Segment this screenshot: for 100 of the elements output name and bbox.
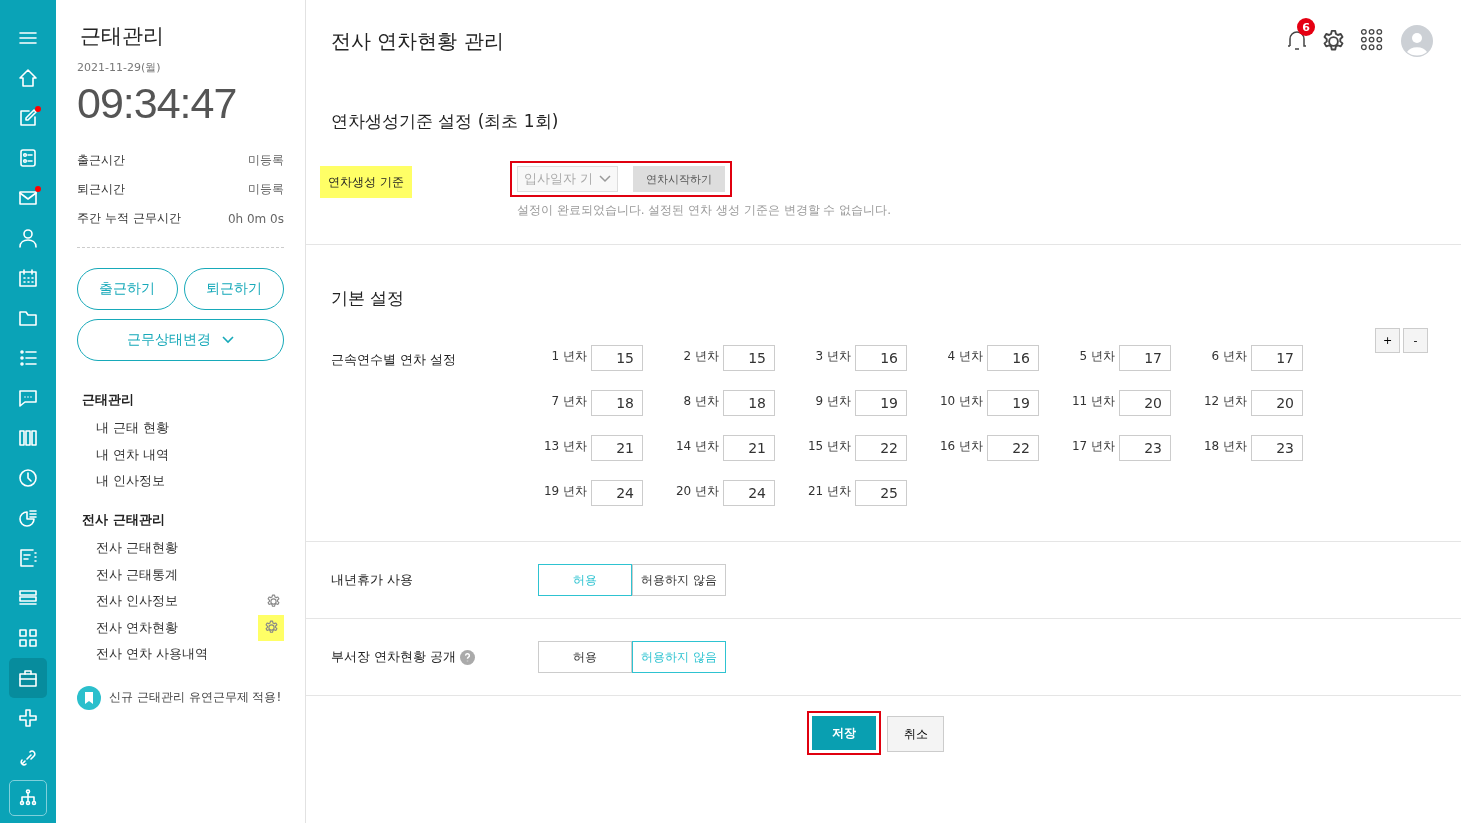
year-label: 20 년차 [674, 482, 719, 500]
clock-text: 09:34:47 [77, 79, 238, 128]
days-input[interactable]: 20 [1119, 390, 1171, 416]
menu-item[interactable]: 전사 근태현황 [96, 539, 179, 558]
person-icon [18, 228, 38, 248]
list-icon [18, 348, 38, 368]
days-input[interactable]: 19 [855, 390, 907, 416]
pie-chart-icon [18, 508, 38, 528]
year-label: 2 년차 [682, 347, 719, 365]
days-input[interactable]: 25 [855, 480, 907, 506]
toggle-option[interactable]: 허용 [538, 641, 632, 673]
year-label: 3 년차 [814, 347, 851, 365]
stat-label: 주간 누적 근무시간 [77, 210, 181, 227]
avatar-icon[interactable] [1401, 25, 1433, 57]
days-input[interactable]: 21 [723, 435, 775, 461]
folder-icon [18, 308, 38, 328]
days-input[interactable]: 23 [1119, 435, 1171, 461]
field-label: 부서장 연차현황 공개 [331, 648, 457, 666]
days-input[interactable]: 17 [1119, 345, 1171, 371]
notification-button[interactable]: 6 [1285, 18, 1317, 54]
home-icon [18, 68, 38, 88]
checklist-icon [18, 148, 38, 168]
add-button[interactable]: + [1375, 328, 1400, 353]
days-input[interactable]: 16 [855, 345, 907, 371]
menu-heading: 근태관리 [82, 391, 135, 409]
link-icon [18, 748, 38, 768]
sidebar-title: 근태관리 [80, 23, 165, 50]
year-label: 19 년차 [542, 482, 587, 500]
briefcase-icon [18, 668, 38, 688]
clock-icon [18, 468, 38, 488]
year-label: 18 년차 [1202, 437, 1247, 455]
field-label: 내년휴가 사용 [331, 571, 414, 589]
year-label: 6 년차 [1210, 347, 1247, 365]
bookmark-icon [77, 685, 101, 710]
menu-item[interactable]: 전사 연차 사용내역 [96, 645, 209, 664]
year-label: 14 년차 [674, 437, 719, 455]
menu-item[interactable]: 전사 근태통계 [96, 565, 179, 584]
edit-icon [18, 108, 38, 128]
days-input[interactable]: 24 [723, 480, 775, 506]
year-label: 1 년차 [550, 347, 587, 365]
grid-icon [18, 628, 38, 648]
days-input[interactable]: 21 [591, 435, 643, 461]
chat-icon [18, 388, 38, 408]
year-label: 15 년차 [806, 437, 851, 455]
rail-button[interactable] [9, 658, 47, 698]
highlighted-settings-icon[interactable] [258, 614, 284, 641]
stat-label: 퇴근시간 [77, 181, 125, 198]
cross-icon [18, 708, 38, 728]
year-label: 21 년차 [806, 482, 851, 500]
days-input[interactable]: 20 [1251, 390, 1303, 416]
section-heading: 연차생성기준 설정 (최초 1회) [331, 110, 560, 133]
help-text: 설정이 완료되었습니다. 설정된 연차 생성 기준은 변경할 수 없습니다. [516, 202, 891, 219]
year-label: 12 년차 [1202, 392, 1247, 410]
memo-icon [18, 548, 38, 568]
stat-value: 0h 0m 0s [227, 211, 284, 226]
remove-button[interactable]: - [1403, 328, 1428, 353]
days-input[interactable]: 15 [591, 345, 643, 371]
highlighted-label: 연차생성 기준 [320, 166, 412, 198]
menu-item[interactable]: 전사 인사정보 [96, 592, 179, 611]
menu-item[interactable]: 내 연차 내역 [96, 445, 170, 464]
year-label: 16 년차 [938, 437, 983, 455]
menu-item[interactable]: 내 근태 현황 [96, 419, 170, 438]
cancel-button[interactable]: 취소 [887, 716, 944, 752]
date-text: 2021-11-29(월) [77, 60, 162, 75]
days-input[interactable]: 18 [723, 390, 775, 416]
days-input[interactable]: 22 [855, 435, 907, 461]
days-input[interactable]: 15 [723, 345, 775, 371]
mail-icon [18, 188, 38, 208]
year-label: 4 년차 [946, 347, 983, 365]
calendar-icon [18, 268, 38, 288]
rows-icon [18, 588, 38, 608]
days-input[interactable]: 16 [987, 345, 1039, 371]
notification-badge: 6 [1297, 18, 1315, 36]
year-label: 9 년차 [814, 392, 851, 410]
year-label: 17 년차 [1070, 437, 1115, 455]
days-input[interactable]: 18 [591, 390, 643, 416]
menu-item[interactable]: 전사 연차현황 [96, 618, 179, 637]
days-input[interactable]: 23 [1251, 435, 1303, 461]
year-label: 5 년차 [1078, 347, 1115, 365]
days-input[interactable]: 17 [1251, 345, 1303, 371]
year-label: 10 년차 [938, 392, 983, 410]
notice-link[interactable]: 신규 근태관리 유연근무제 적용! [109, 689, 282, 707]
org-chart-icon [18, 788, 38, 808]
stat-value: 미등록 [248, 181, 284, 198]
stat-value: 미등록 [248, 152, 284, 169]
start-leave-button[interactable]: 연차시작하기 [632, 166, 725, 192]
year-label: 8 년차 [682, 392, 719, 410]
field-label: 근속연수별 연차 설정 [331, 351, 458, 369]
help-icon[interactable] [460, 649, 476, 665]
menu-item[interactable]: 내 인사정보 [96, 472, 166, 491]
menu-heading: 전사 근태관리 [82, 510, 166, 529]
caret-icon [220, 335, 235, 345]
rail-button[interactable] [9, 780, 47, 816]
year-label: 11 년차 [1070, 392, 1115, 410]
days-input[interactable]: 19 [987, 390, 1039, 416]
chevron-down-icon [598, 175, 611, 183]
days-input[interactable]: 24 [591, 480, 643, 506]
year-label: 13 년차 [542, 437, 587, 455]
toggle-option[interactable]: 허용하지 않음 [632, 564, 726, 596]
days-input[interactable]: 22 [987, 435, 1039, 461]
